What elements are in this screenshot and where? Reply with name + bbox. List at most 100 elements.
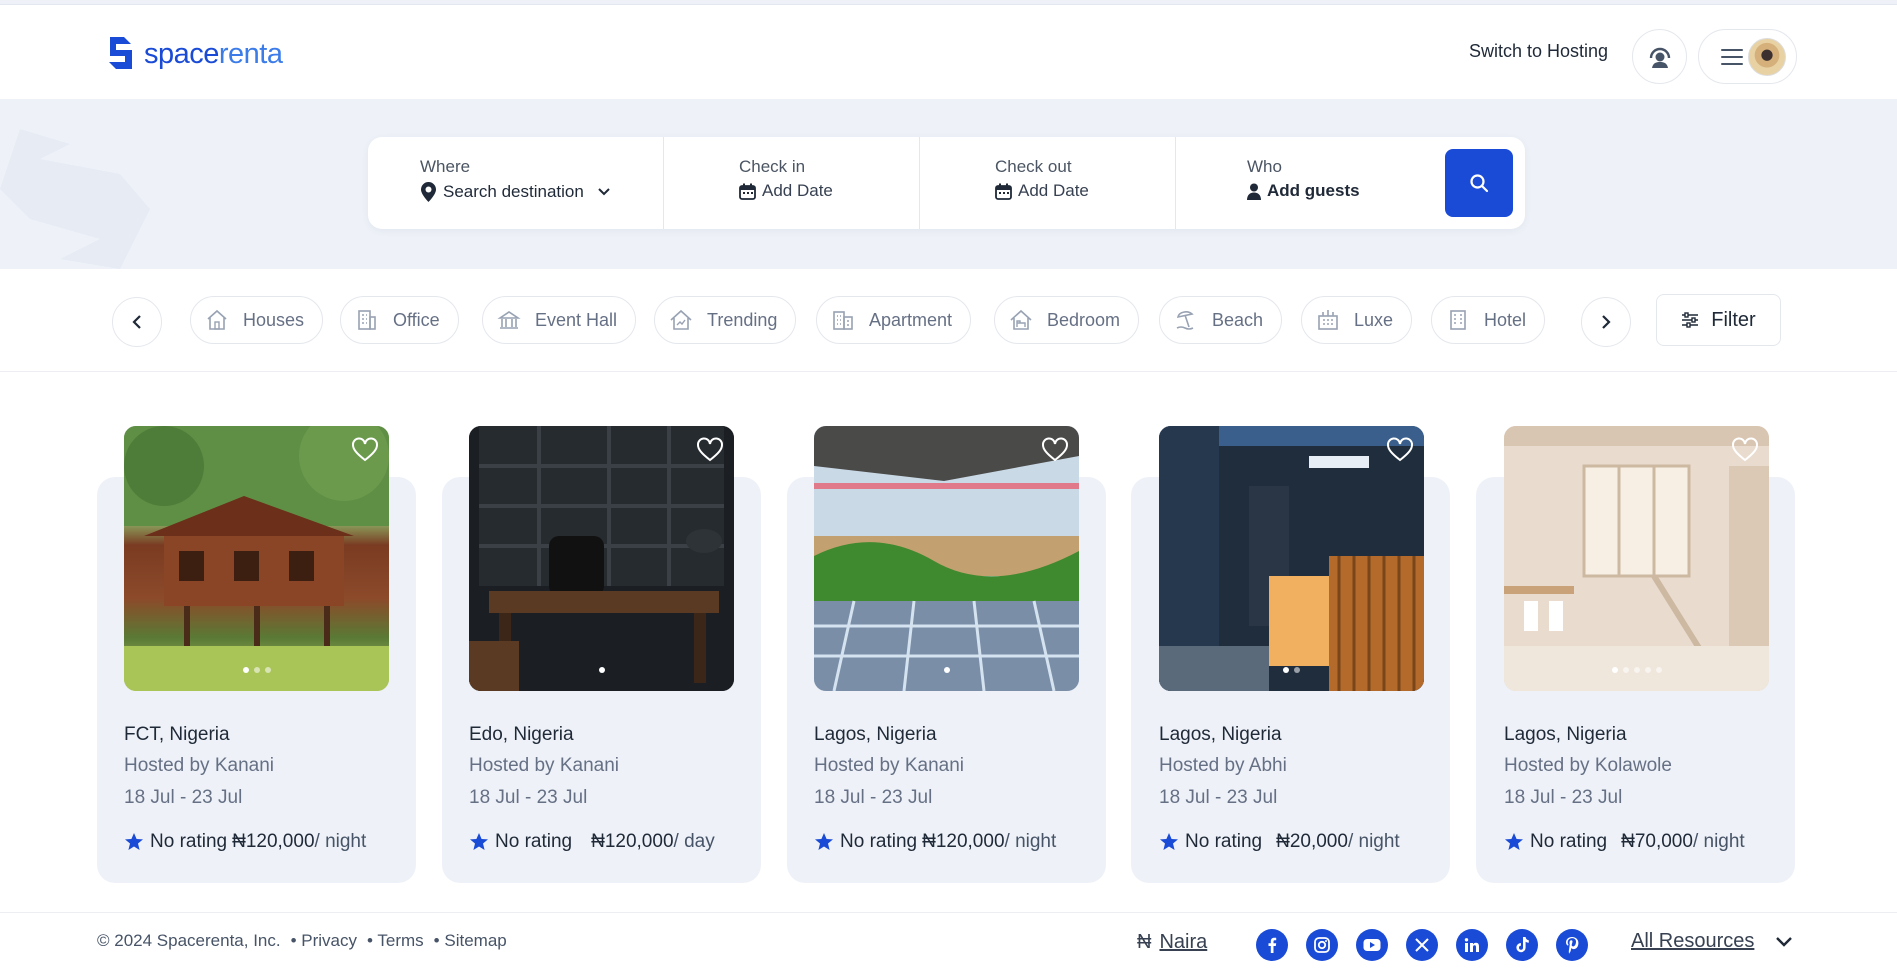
sliders-icon (1682, 312, 1699, 328)
footer: © 2024 Spacerenta, Inc. • Privacy • Term… (0, 912, 1897, 973)
where-field[interactable]: Where Search destination (368, 137, 663, 229)
category-chip-apartment[interactable]: Apartment (816, 296, 972, 344)
search-icon (1470, 174, 1489, 193)
youtube-icon[interactable] (1356, 929, 1388, 961)
categories-next-button[interactable] (1581, 297, 1631, 347)
instagram-icon[interactable] (1306, 929, 1338, 961)
listing-photo[interactable] (469, 426, 734, 691)
star-icon (1505, 833, 1523, 850)
decorative-logo-watermark (0, 129, 150, 269)
chevron-down-icon (1776, 936, 1793, 947)
spacerenta-logo-icon (109, 37, 132, 69)
favorite-heart-icon[interactable] (1041, 436, 1069, 464)
footer-links: © 2024 Spacerenta, Inc. • Privacy • Term… (97, 931, 507, 950)
check-in-field[interactable]: Check in Add Date (663, 137, 919, 229)
listing-rating: No rating (495, 831, 573, 852)
category-chip-bedroom[interactable]: Bedroom (994, 296, 1140, 344)
category-label: Luxe (1354, 309, 1394, 330)
chevron-down-icon (598, 188, 610, 196)
apartment-icon (831, 308, 855, 332)
favorite-heart-icon[interactable] (1731, 436, 1759, 464)
switch-to-hosting-link[interactable]: Switch to Hosting (1469, 41, 1608, 62)
trending-house-icon (669, 308, 693, 332)
favorite-heart-icon[interactable] (351, 436, 379, 464)
user-menu-button[interactable] (1698, 29, 1797, 84)
category-bar: Houses Office Event Hall Trending Apartm… (0, 269, 1897, 372)
category-label: Apartment (869, 309, 953, 330)
all-resources-label: All Resources (1631, 930, 1755, 952)
category-chip-trending[interactable]: Trending (654, 296, 797, 344)
loft-photo (1504, 426, 1769, 691)
office-building-icon (355, 308, 379, 332)
listing-location: FCT, Nigeria (124, 724, 230, 745)
terms-link[interactable]: Terms (377, 931, 423, 950)
support-button[interactable] (1632, 29, 1687, 84)
listing-price-unit: / night (1692, 831, 1745, 852)
currency-selector[interactable]: ₦ Naira (1137, 931, 1207, 954)
check-in-value: Add Date (762, 181, 833, 200)
logo[interactable]: spacerenta (104, 35, 283, 73)
listing-dates: 18 Jul - 23 Jul (1159, 787, 1278, 808)
tiktok-icon[interactable] (1506, 929, 1538, 961)
privacy-link[interactable]: Privacy (301, 931, 357, 950)
listing-price-unit: / night (1004, 831, 1057, 852)
listing-location: Lagos, Nigeria (1504, 724, 1627, 745)
category-label: Office (393, 309, 440, 330)
copyright-text: © 2024 Spacerenta, Inc. (97, 931, 281, 950)
category-chip-beach[interactable]: Beach (1159, 296, 1283, 344)
listing-dates: 18 Jul - 23 Jul (1504, 787, 1623, 808)
listing-rating: No rating (150, 831, 228, 852)
all-resources-dropdown[interactable]: All Resources (1631, 930, 1794, 953)
pinterest-icon[interactable] (1556, 929, 1588, 961)
categories-prev-button[interactable] (112, 297, 162, 347)
category-chip-luxe[interactable]: Luxe (1301, 296, 1413, 344)
check-out-field[interactable]: Check out Add Date (919, 137, 1175, 229)
filter-button[interactable]: Filter (1656, 294, 1781, 346)
headset-icon (1649, 47, 1670, 68)
category-chip-office[interactable]: Office (340, 296, 459, 344)
listing-host: Hosted by Abhi (1159, 755, 1287, 776)
favorite-heart-icon[interactable] (696, 436, 724, 464)
listing-host: Hosted by Kanani (814, 755, 964, 776)
person-icon (1247, 183, 1261, 200)
logo-text: spacerenta (144, 37, 283, 70)
listing-price: ₦120,000 (591, 831, 674, 852)
facebook-icon[interactable] (1256, 929, 1288, 961)
hamburger-menu-icon (1721, 44, 1743, 70)
listing-price-unit: / day (673, 831, 715, 852)
listing-photo[interactable] (1159, 426, 1424, 691)
category-chips: Houses Office Event Hall Trending Apartm… (190, 269, 1550, 372)
listing-photo[interactable] (124, 426, 389, 691)
category-label: Event Hall (535, 309, 618, 330)
listing-dates: 18 Jul - 23 Jul (469, 787, 588, 808)
search-bar: Where Search destination Check in Add Da… (368, 137, 1525, 229)
social-links (1256, 929, 1588, 961)
sitemap-link[interactable]: Sitemap (444, 931, 506, 950)
category-chip-event-hall[interactable]: Event Hall (482, 296, 637, 344)
who-value: Add guests (1267, 181, 1360, 200)
listing-meta: No rating ₦120,000 / night (124, 831, 366, 853)
x-icon[interactable] (1406, 929, 1438, 961)
category-label: Beach (1212, 309, 1264, 330)
naira-symbol: ₦ (1137, 931, 1152, 953)
star-icon (125, 833, 143, 850)
listing-photo[interactable] (1504, 426, 1769, 691)
listing-price-unit: / night (314, 831, 367, 852)
linkedin-icon[interactable] (1456, 929, 1488, 961)
calendar-icon (739, 183, 756, 200)
house-icon (205, 308, 229, 332)
carousel-dots (814, 667, 1079, 673)
search-button[interactable] (1445, 149, 1513, 217)
listing-location: Lagos, Nigeria (814, 724, 937, 745)
filter-label: Filter (1711, 308, 1756, 331)
category-chip-hotel[interactable]: Hotel (1431, 296, 1546, 344)
guests-field[interactable]: Who Add guests (1175, 137, 1443, 229)
listing-photo[interactable] (814, 426, 1079, 691)
modern-house-photo (1159, 426, 1424, 691)
category-chip-houses[interactable]: Houses (190, 296, 324, 344)
star-icon (470, 833, 488, 850)
listing-rating: No rating (840, 831, 918, 852)
header: spacerenta Switch to Hosting (0, 5, 1897, 99)
listing-meta: No rating ₦120,000 / day (469, 831, 715, 853)
favorite-heart-icon[interactable] (1386, 436, 1414, 464)
